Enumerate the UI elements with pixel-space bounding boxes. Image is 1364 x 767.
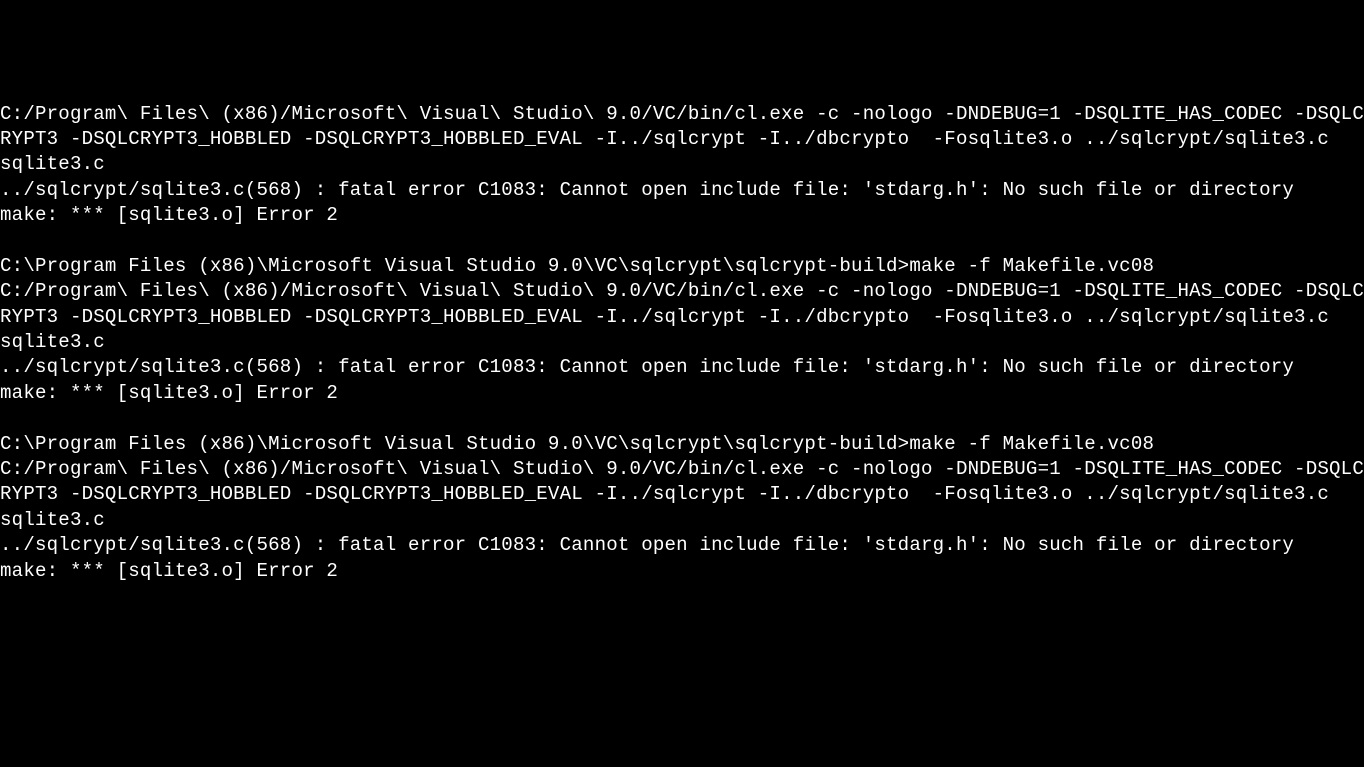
output-line: C:/Program\ Files\ (x86)/Microsoft\ Visu… [0, 458, 1364, 505]
output-line: make: *** [sqlite3.o] Error 2 [0, 382, 338, 404]
output-line: ../sqlcrypt/sqlite3.c(568) : fatal error… [0, 534, 1294, 556]
output-line: C:\Program Files (x86)\Microsoft Visual … [0, 433, 1154, 455]
terminal-output[interactable]: C:/Program\ Files\ (x86)/Microsoft\ Visu… [0, 102, 1364, 584]
output-line: ../sqlcrypt/sqlite3.c(568) : fatal error… [0, 356, 1294, 378]
output-line: sqlite3.c [0, 509, 105, 531]
output-line: make: *** [sqlite3.o] Error 2 [0, 560, 338, 582]
output-line: sqlite3.c [0, 331, 105, 353]
output-line: C:/Program\ Files\ (x86)/Microsoft\ Visu… [0, 103, 1364, 150]
output-line: C:\Program Files (x86)\Microsoft Visual … [0, 255, 1154, 277]
output-line: ../sqlcrypt/sqlite3.c(568) : fatal error… [0, 179, 1294, 201]
output-line: make: *** [sqlite3.o] Error 2 [0, 204, 338, 226]
output-line: sqlite3.c [0, 153, 105, 175]
output-line: C:/Program\ Files\ (x86)/Microsoft\ Visu… [0, 280, 1364, 327]
